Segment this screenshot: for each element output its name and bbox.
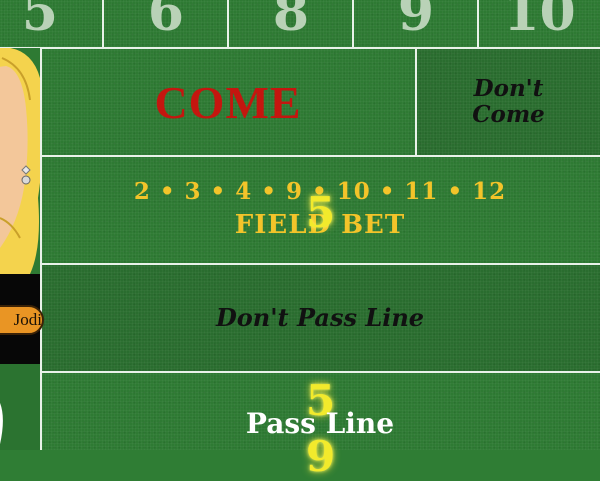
divider bbox=[477, 0, 479, 48]
divider bbox=[352, 0, 354, 48]
divider bbox=[227, 0, 229, 48]
divider bbox=[40, 155, 600, 157]
pass-point-marker-lower: 9 bbox=[306, 432, 336, 481]
place-number-8: 8 bbox=[272, 0, 310, 43]
player-seat-area bbox=[0, 364, 40, 450]
seat-edge-icon bbox=[0, 403, 3, 445]
divider bbox=[102, 0, 104, 48]
place-number-9: 9 bbox=[397, 0, 435, 43]
divider bbox=[0, 47, 600, 49]
come-label: COME bbox=[154, 76, 302, 128]
place-number-10: 10 bbox=[503, 0, 576, 43]
blonde-woman-avatar bbox=[0, 48, 40, 274]
divider bbox=[40, 263, 600, 265]
divider bbox=[40, 371, 600, 373]
divider bbox=[40, 48, 42, 450]
field-point-marker: 5 bbox=[306, 188, 336, 237]
dont-pass-label: Don't Pass Line bbox=[215, 302, 425, 332]
divider bbox=[415, 48, 417, 156]
place-number-6: 6 bbox=[147, 0, 185, 43]
player-name-badge[interactable]: Jodi bbox=[0, 305, 44, 335]
dont-come-label: Don't Come bbox=[472, 75, 545, 128]
place-number-5: 5 bbox=[21, 0, 59, 43]
